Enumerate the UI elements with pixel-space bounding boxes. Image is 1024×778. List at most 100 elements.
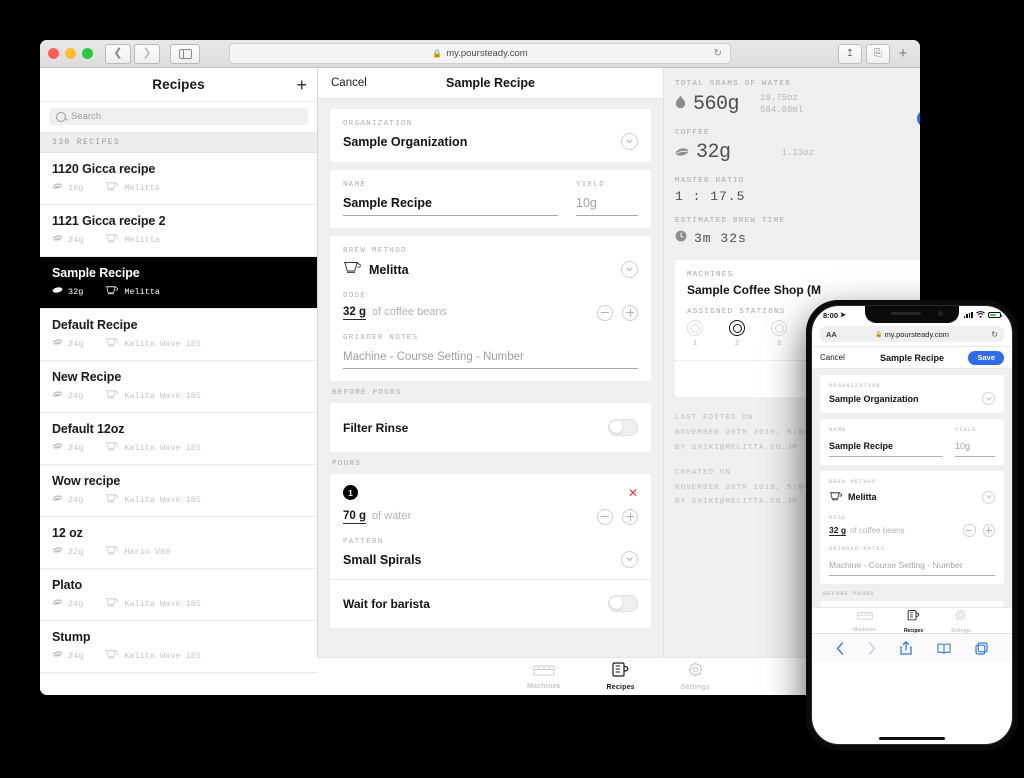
new-tab-button[interactable]: + — [894, 46, 912, 61]
phone-filter-rinse-card[interactable] — [820, 600, 1004, 607]
share-icon[interactable]: ↥ — [838, 43, 862, 64]
forward-button[interactable]: ❯ — [134, 43, 160, 64]
home-indicator — [879, 737, 945, 740]
tabs-icon[interactable] — [975, 641, 988, 655]
phone-tab-settings[interactable]: Settings — [951, 607, 971, 634]
recipe-list-item[interactable]: Default Recipe 24g Kalita Wave 185 — [40, 309, 317, 361]
recipe-dose: 24g — [68, 598, 84, 609]
dose-label: DOSE — [343, 292, 367, 300]
recipe-list[interactable]: 1120 Gicca recipe 16g Melitta 1121 Gicca re… — [40, 153, 317, 695]
pour-over-cup-icon — [829, 488, 843, 506]
organization-card[interactable]: ORGANIZATION Sample Organization — [330, 109, 651, 162]
yield-field-group[interactable]: YIELD 10g — [576, 181, 638, 216]
phone-grinder-notes-input[interactable]: Machine - Course Setting - Number — [829, 560, 963, 570]
name-input[interactable]: Sample Recipe — [343, 196, 432, 210]
chevron-down-icon[interactable] — [621, 261, 638, 278]
phone-tab-machines[interactable]: Machines — [853, 608, 876, 633]
minimize-window-button[interactable] — [65, 48, 76, 59]
recipe-list-item[interactable]: Plato 24g Kalita Wave 185 — [40, 569, 317, 621]
recipe-list-item[interactable]: 1121 Gicca recipe 2 24g Melitta — [40, 205, 317, 257]
pattern-label: PATTERN — [343, 538, 384, 546]
phone-grinder-notes-label: GRINDER NOTES — [829, 544, 885, 552]
phone-browser-toolbar[interactable] — [812, 633, 1012, 662]
divider — [330, 579, 651, 580]
recipe-name: 1120 Gicca recipe — [52, 162, 156, 176]
recipe-method: Kalita Wave 185 — [124, 390, 201, 401]
phone-yield-input[interactable]: 10g — [955, 441, 970, 451]
minus-circle-icon[interactable] — [597, 509, 613, 525]
chrome-right-buttons[interactable]: ↥ ⎘ + — [838, 43, 912, 64]
phone-address-bar[interactable]: AA 🔒 my.poursteady.com ↻ — [820, 326, 1004, 342]
chevron-down-icon[interactable] — [621, 551, 638, 568]
close-icon[interactable]: ✕ — [628, 487, 638, 499]
filter-rinse-toggle[interactable] — [608, 419, 638, 436]
plus-circle-icon[interactable] — [622, 509, 638, 525]
grinder-notes-input[interactable]: Machine - Course Setting - Number — [343, 351, 524, 363]
phone-name-input[interactable]: Sample Recipe — [829, 441, 893, 451]
tab-machines[interactable]: Machines — [527, 663, 561, 690]
minus-circle-icon[interactable] — [963, 524, 976, 537]
back-button[interactable]: ❮ — [105, 43, 131, 64]
maximize-window-button[interactable] — [82, 48, 93, 59]
share-icon[interactable] — [900, 641, 913, 655]
phone-back-button[interactable] — [836, 641, 844, 655]
phone-forward-button[interactable] — [868, 641, 876, 655]
station-option[interactable]: 1 — [687, 320, 703, 348]
recipe-list-item[interactable]: Sample Recipe 32g Melitta — [40, 257, 317, 309]
minus-circle-icon[interactable] — [597, 305, 613, 321]
sidebar-toggle-icon[interactable] — [170, 43, 200, 64]
cancel-button[interactable]: Cancel — [331, 77, 367, 89]
search-wrapper: Search — [40, 102, 317, 132]
recipe-list-item[interactable]: New Recipe 24g Kalita Wave 185 — [40, 361, 317, 413]
recipe-list-item[interactable]: 1120 Gicca recipe 16g Melitta — [40, 153, 317, 205]
phone-save-button[interactable]: Save — [968, 350, 1004, 365]
recipe-name: 1121 Gicca recipe 2 — [52, 214, 166, 228]
search-icon — [56, 111, 66, 122]
recipe-list-item[interactable]: Stump 24g Kalita Wave 185 — [40, 621, 317, 673]
recipe-dose: 16g — [68, 182, 84, 193]
chevron-down-icon[interactable] — [982, 392, 995, 405]
station-ring-icon — [729, 320, 745, 337]
yield-label: YIELD — [576, 181, 606, 189]
tabs-icon[interactable]: ⎘ — [866, 43, 890, 64]
filter-rinse-label: Filter Rinse — [343, 420, 409, 435]
tab-icon — [856, 611, 873, 624]
book-icon[interactable] — [937, 642, 951, 654]
brew-method-label: BREW METHOD — [343, 247, 407, 255]
recipe-list-item[interactable]: 12 oz 22g Hario V60 — [40, 517, 317, 569]
reload-icon[interactable]: ↻ — [714, 48, 722, 59]
reload-icon[interactable]: ↻ — [991, 330, 998, 339]
chevron-down-icon[interactable] — [621, 133, 638, 150]
yield-input[interactable]: 10g — [576, 196, 597, 210]
recipe-list-item[interactable]: Wow recipe 24g Kalita Wave 185 — [40, 465, 317, 517]
chevron-down-icon[interactable] — [982, 490, 995, 504]
phone-dose-value[interactable]: 32 g — [829, 525, 847, 536]
phone-tab-bar[interactable]: Machines Recipes Settings — [812, 607, 1012, 634]
tab-settings[interactable]: Settings — [681, 662, 710, 691]
close-window-button[interactable] — [48, 48, 59, 59]
search-input[interactable]: Search — [49, 108, 308, 125]
phone-name-group[interactable]: NAME Sample Recipe — [829, 426, 955, 457]
total-water-oz: 19.75oz — [760, 93, 798, 103]
wait-for-barista-toggle[interactable] — [608, 595, 638, 612]
recipe-list-item[interactable]: Default 12oz 24g Kalita Wave 185 — [40, 413, 317, 465]
sidebar-title: Recipes — [152, 77, 205, 92]
station-option[interactable]: 3 — [771, 320, 787, 348]
phone-brew-card: BREW METHOD Melitta DOSE 32 g of coffee … — [820, 471, 1004, 584]
pour-water-value[interactable]: 70 g — [343, 510, 367, 524]
tab-recipes[interactable]: Recipes — [607, 662, 635, 691]
phone-yield-group[interactable]: YIELD 10g — [955, 426, 995, 457]
plus-circle-icon[interactable] — [622, 305, 638, 321]
window-traffic-lights[interactable] — [48, 48, 93, 59]
phone-organization-card[interactable]: ORGANIZATION Sample Organization — [820, 375, 1004, 413]
dose-value[interactable]: 32 g — [343, 306, 367, 320]
name-field-group[interactable]: NAME Sample Recipe — [343, 181, 576, 216]
address-bar[interactable]: 🔒 my.poursteady.com ↻ — [229, 43, 731, 64]
recipe-dose: 24g — [68, 234, 84, 245]
add-recipe-button[interactable]: + — [296, 76, 307, 94]
signal-bars-icon — [963, 311, 973, 318]
plus-circle-icon[interactable] — [982, 524, 995, 537]
browser-nav-buttons[interactable]: ❮ ❯ — [105, 43, 160, 64]
station-option[interactable]: 2 — [729, 320, 745, 348]
phone-tab-recipes[interactable]: Recipes — [904, 607, 923, 634]
